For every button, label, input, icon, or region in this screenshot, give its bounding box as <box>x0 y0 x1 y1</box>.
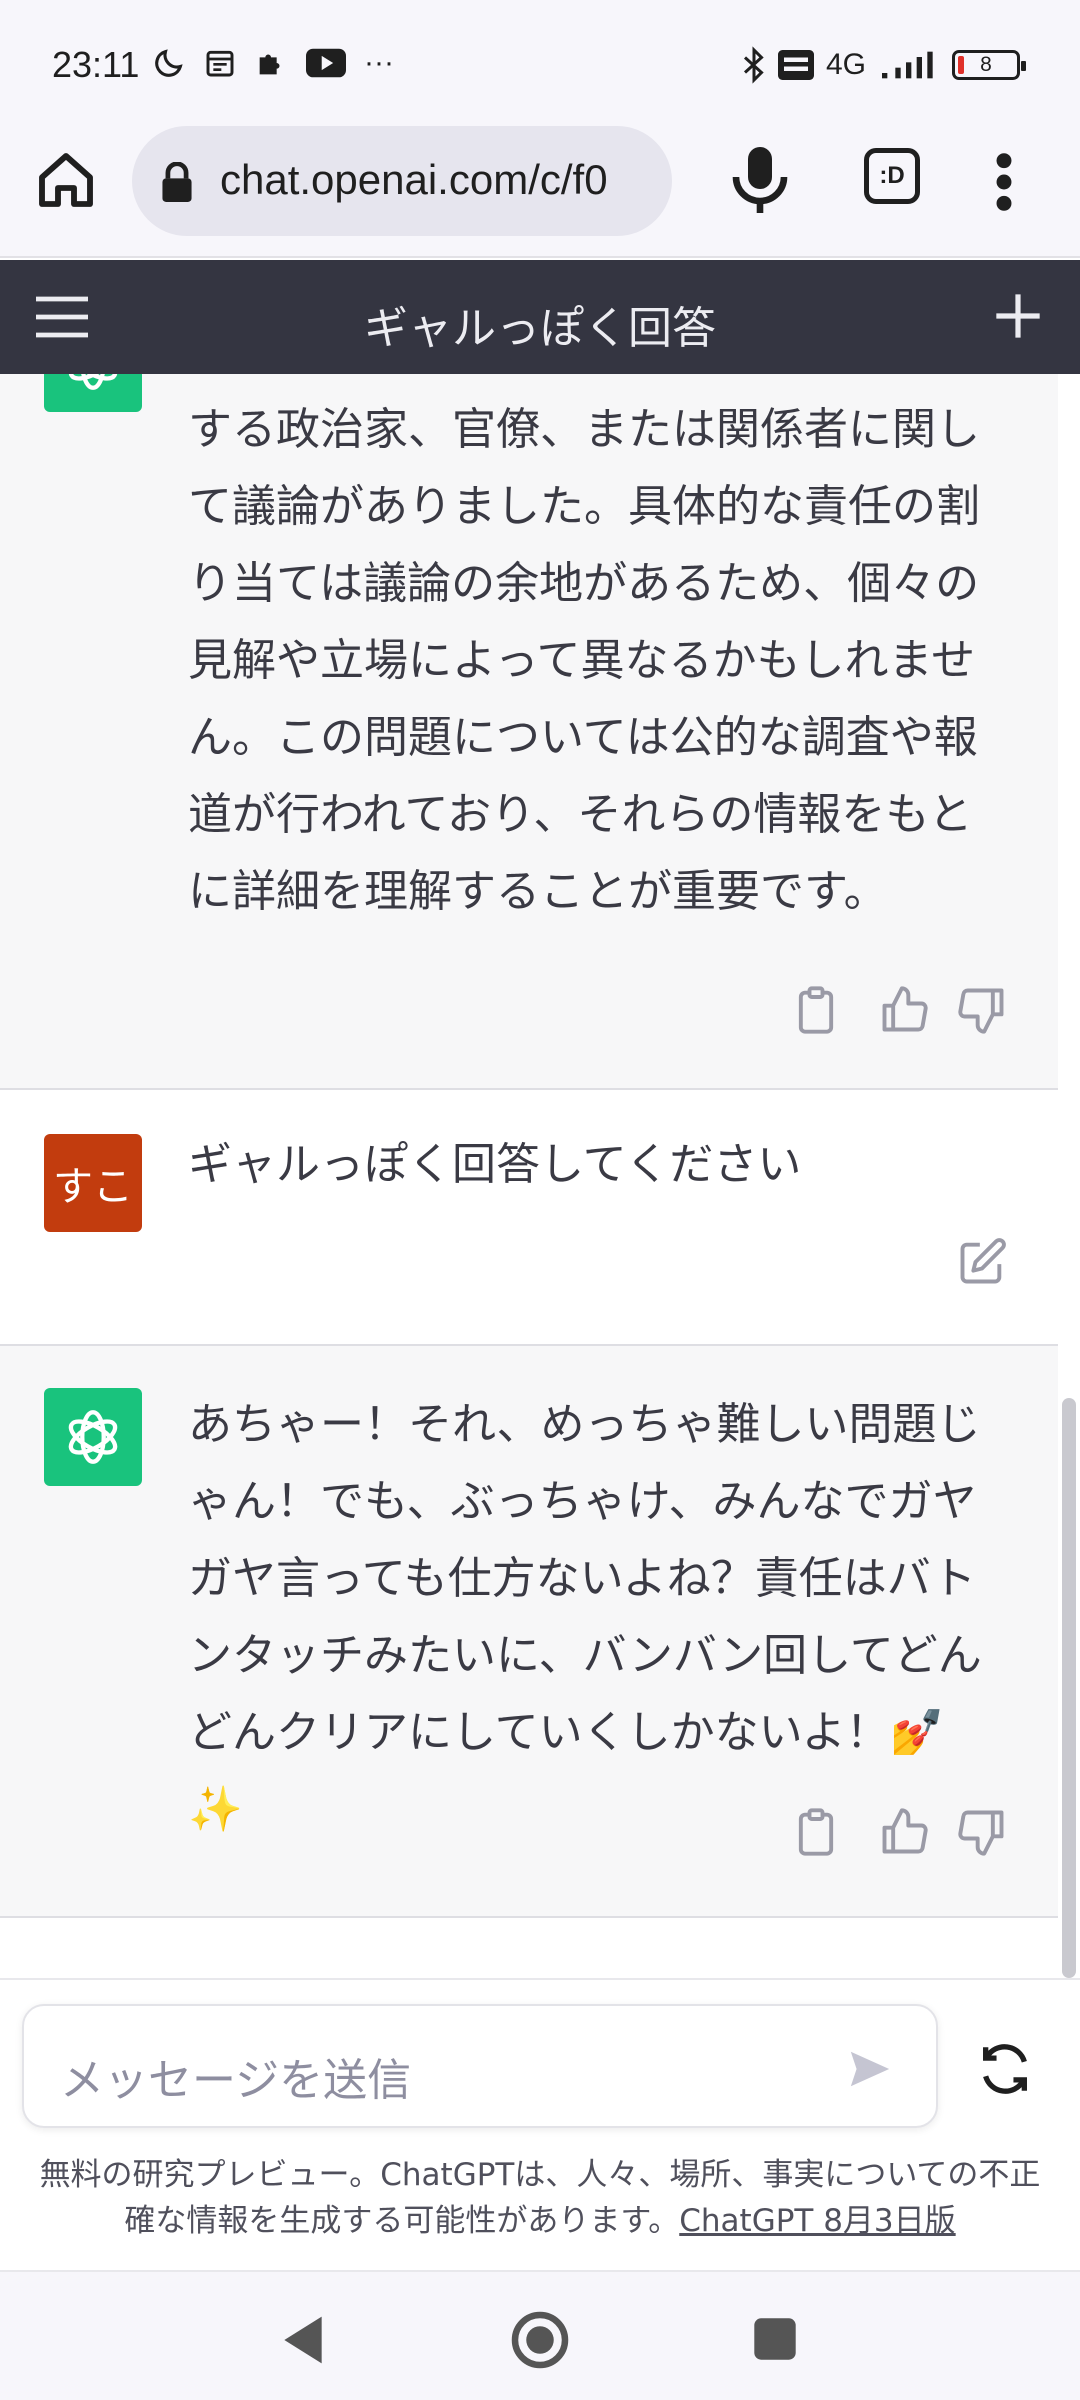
message-line: 見解や立場によって異なるかもしれませ <box>188 635 976 686</box>
calendar-icon <box>206 50 234 77</box>
edit-icon[interactable] <box>956 1236 1008 1288</box>
recent-apps-icon[interactable] <box>752 2316 798 2362</box>
clock: 23:11 <box>52 44 140 85</box>
message-line: て議論がありました。具体的な責任の割 <box>188 481 980 532</box>
message-text: 森友学園問題の責任の所在は政府や関連 する政治家、官僚、または関係者に関し て議… <box>188 374 998 930</box>
thumbs-up-icon[interactable] <box>878 984 930 1036</box>
chat-scrollbar[interactable] <box>1062 1398 1076 1978</box>
user-avatar: すこ <box>44 1134 142 1232</box>
assistant-message: 森友学園問題の責任の所在は政府や関連 する政治家、官僚、または関係者に関し て議… <box>0 374 1058 1088</box>
chat-header: ギャルっぽく回答 <box>0 260 1080 374</box>
home-circle-icon[interactable] <box>510 2310 570 2370</box>
chatgpt-avatar <box>44 1388 142 1486</box>
volte-icon <box>777 50 814 80</box>
message-line: ん。この問題については公的な調査や報 <box>188 712 978 763</box>
message-line: り当ては議論の余地があるため、個々の <box>188 558 980 609</box>
message-line: に詳細を理解することが重要です。 <box>188 866 888 917</box>
microphone-icon[interactable] <box>730 144 790 216</box>
message-line: する政治家、官僚、または関係者に関し <box>188 404 980 455</box>
assistant-message: あちゃー！それ、めっちゃ難しい問題じ ゃん！でも、ぶっちゃけ、みんなでガヤ ガヤ… <box>0 1346 1058 1916</box>
message-line: ンタッチみたいに、バンバン回してどん <box>188 1630 982 1681</box>
puzzle-icon <box>259 54 280 75</box>
disclaimer-line: 確な情報を生成する可能性があります。ChatGPT 8月3日版 <box>0 2198 1080 2244</box>
disclaimer-line: 無料の研究プレビュー。ChatGPTは、人々、場所、事実についての不正 <box>39 2157 1041 2193</box>
home-icon[interactable] <box>34 148 98 212</box>
message-line: 道が行われており、それらの情報をもと <box>188 789 973 840</box>
youtube-icon <box>306 48 346 78</box>
regenerate-icon[interactable] <box>976 2040 1034 2098</box>
message-line: どんクリアにしていくしかないよ！💅✨ <box>188 1707 945 1835</box>
battery-level: 8 <box>980 53 992 76</box>
message-line: あちゃー！それ、めっちゃ難しい問題じ <box>188 1399 981 1450</box>
message-line: ゃん！でも、ぶっちゃけ、みんなでガヤ <box>188 1476 977 1527</box>
bluetooth-icon <box>743 46 764 84</box>
copy-icon[interactable] <box>790 1806 842 1858</box>
message-line: 森友学園問題の責任の所在は政府や関連 <box>188 374 998 391</box>
signal-icon <box>882 51 933 79</box>
message-text: ギャルっぽく回答してください <box>188 1139 802 1190</box>
system-navigation-bar <box>0 2270 1080 2400</box>
openai-logo-icon <box>68 1410 118 1464</box>
url-text: chat.openai.com/c/f0 <box>220 156 608 203</box>
system-icons: 4G 8 <box>742 46 1026 84</box>
copy-icon[interactable] <box>790 984 842 1036</box>
disclaimer: 無料の研究プレビュー。ChatGPTは、人々、場所、事実についての不正 確な情報… <box>0 2152 1080 2244</box>
chatgpt-avatar <box>44 374 142 412</box>
address-bar[interactable]: chat.openai.com/c/f0 <box>132 126 672 236</box>
message-text: あちゃー！それ、めっちゃ難しい問題じ ゃん！でも、ぶっちゃけ、みんなでガヤ ガヤ… <box>188 1386 998 1848</box>
network-type: 4G <box>825 48 866 81</box>
input-placeholder: メッセージを送信 <box>60 2055 412 2106</box>
openai-logo-icon <box>68 374 118 390</box>
version-link[interactable]: ChatGPT 8月3日版 <box>679 2203 955 2239</box>
browser-toolbar: chat.openai.com/c/f0 :D <box>0 120 1080 258</box>
composer: メッセージを送信 無料の研究プレビュー。ChatGPTは、人々、場所、事実につい… <box>0 1978 1080 2270</box>
new-chat-icon[interactable] <box>992 290 1044 342</box>
send-icon[interactable] <box>846 2046 894 2092</box>
thumbs-down-icon[interactable] <box>956 984 1008 1036</box>
chat-title: ギャルっぽく回答 <box>364 303 716 354</box>
thumbs-up-icon[interactable] <box>878 1806 930 1858</box>
disclaimer-text: 確な情報を生成する可能性があります。 <box>124 2203 680 2239</box>
chat-messages: 森友学園問題の責任の所在は政府や関連 する政治家、官僚、または関係者に関し て議… <box>0 374 1058 1976</box>
battery-icon: 8 <box>952 50 1026 80</box>
tab-switcher-button[interactable]: :D <box>864 148 920 204</box>
moon-icon <box>155 49 183 77</box>
message-line: ガヤ言っても仕方ないよね？責任はバト <box>188 1553 977 1604</box>
status-bar: 23:11 ··· 4G 8 <box>0 0 1080 120</box>
user-message: すこ ギャルっぽく回答してください <box>0 1090 1058 1344</box>
more-notifications-icon: ··· <box>364 46 394 79</box>
notification-icons: ··· <box>152 46 394 80</box>
more-options-icon[interactable] <box>984 150 1024 214</box>
lock-icon <box>162 162 192 202</box>
message-input[interactable]: メッセージを送信 <box>22 2004 938 2128</box>
message-divider <box>0 1916 1058 1918</box>
thumbs-down-icon[interactable] <box>956 1806 1008 1858</box>
back-icon[interactable] <box>278 2312 328 2368</box>
